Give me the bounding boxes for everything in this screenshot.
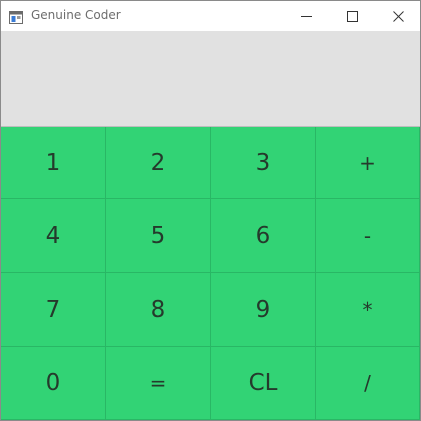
- key-1-button[interactable]: 1: [1, 127, 106, 199]
- window-title: Genuine Coder: [31, 8, 121, 22]
- key-8-button[interactable]: 8: [106, 273, 211, 347]
- minimize-icon: [300, 11, 312, 22]
- maximize-button[interactable]: [329, 1, 375, 31]
- key-2-button[interactable]: 2: [106, 127, 211, 199]
- title-bar[interactable]: Genuine Coder: [1, 1, 420, 31]
- key-plus-button[interactable]: +: [316, 127, 420, 199]
- maximize-icon: [346, 10, 358, 22]
- minimize-button[interactable]: [283, 1, 329, 31]
- close-icon: [392, 10, 404, 22]
- key-3-button[interactable]: 3: [211, 127, 316, 199]
- key-0-button[interactable]: 0: [1, 347, 106, 420]
- key-4-button[interactable]: 4: [1, 199, 106, 273]
- calculator-window: Genuine Coder 1 2 3 +4 5 6- 7 8 9 * 0 = CL /: [0, 0, 421, 421]
- key-divide-button[interactable]: /: [316, 347, 420, 420]
- app-window-icon: [9, 9, 23, 24]
- close-button[interactable]: [375, 1, 420, 31]
- key-minus-button[interactable]: -: [316, 199, 420, 273]
- key-multiply-button[interactable]: *: [316, 273, 420, 347]
- key-6-button[interactable]: 6: [211, 199, 316, 273]
- key-equals-button[interactable]: =: [106, 347, 211, 420]
- key-5-button[interactable]: 5: [106, 199, 211, 273]
- key-clear-button[interactable]: CL: [211, 347, 316, 420]
- key-7-button[interactable]: 7: [1, 273, 106, 347]
- result-display: [1, 31, 420, 127]
- key-9-button[interactable]: 9: [211, 273, 316, 347]
- keypad: 1 2 3 +4 5 6- 7 8 9 * 0 = CL /: [1, 127, 420, 420]
